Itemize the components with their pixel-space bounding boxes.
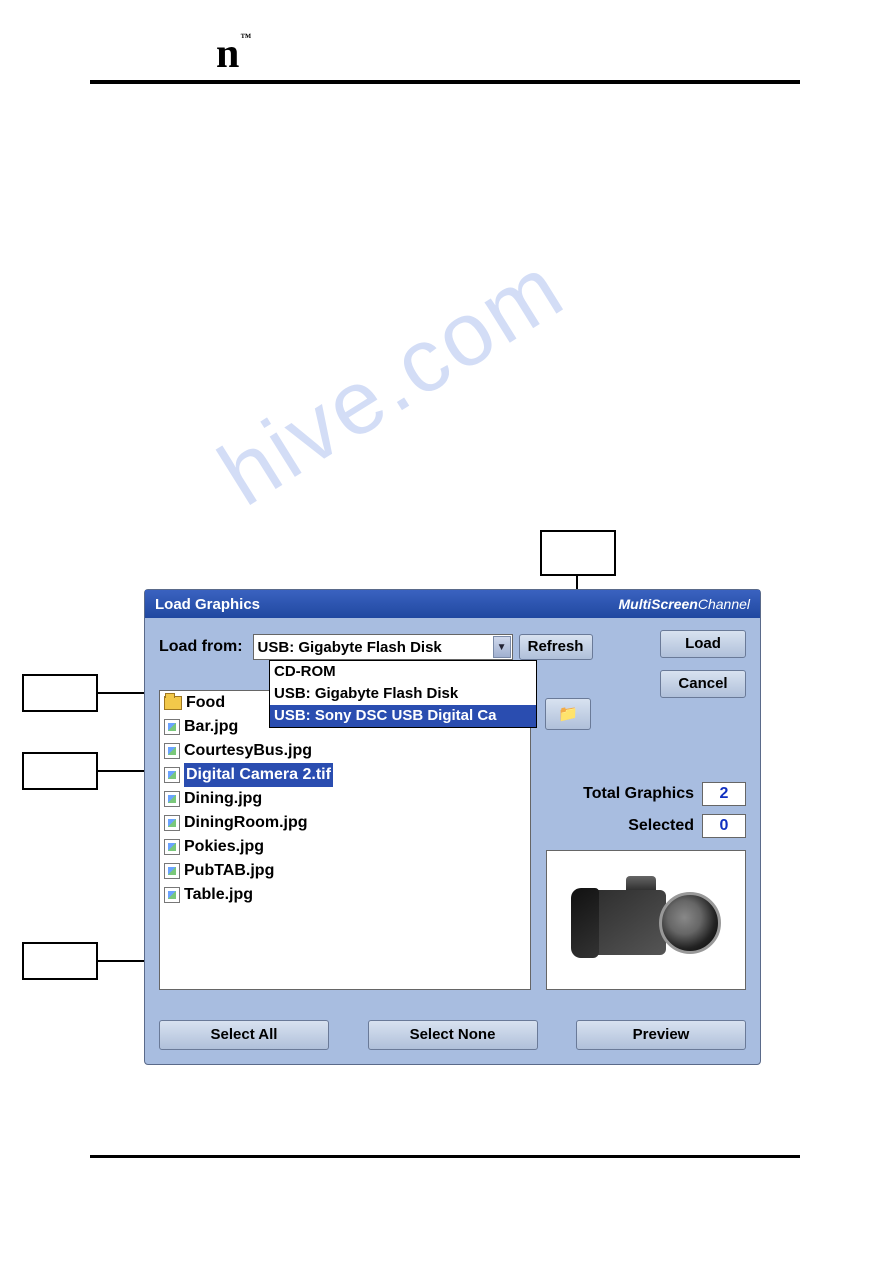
folder-up-icon: 📁 (558, 704, 578, 724)
dropdown-option[interactable]: USB: Sony DSC USB Digital Ca (270, 705, 536, 727)
list-item[interactable]: CourtesyBus.jpg (160, 739, 530, 763)
load-button[interactable]: Load (660, 630, 746, 658)
folder-icon (164, 696, 182, 710)
preview-image (571, 870, 721, 970)
image-icon (164, 743, 180, 759)
file-name: DiningRoom.jpg (184, 811, 308, 835)
file-list[interactable]: Food Bar.jpg CourtesyBus.jpg Digital Cam… (159, 690, 531, 990)
select-all-button[interactable]: Select All (159, 1020, 329, 1050)
list-item[interactable]: PubTAB.jpg (160, 859, 530, 883)
dialog-title: Load Graphics (155, 596, 260, 613)
file-name: Dining.jpg (184, 787, 262, 811)
total-graphics-label: Total Graphics (583, 785, 694, 803)
list-item[interactable]: DiningRoom.jpg (160, 811, 530, 835)
selected-value: 0 (702, 814, 746, 838)
file-name: Table.jpg (184, 883, 253, 907)
logo-letter: n (216, 30, 239, 78)
image-icon (164, 791, 180, 807)
preview-pane (546, 850, 746, 990)
preview-button[interactable]: Preview (576, 1020, 746, 1050)
callout-box-preview (22, 942, 98, 980)
callout-box-selected-file (22, 752, 98, 790)
select-none-button[interactable]: Select None (368, 1020, 538, 1050)
combo-arrow-icon[interactable]: ▼ (493, 636, 511, 658)
total-graphics-value: 2 (702, 782, 746, 806)
footer-rule (90, 1155, 800, 1158)
callout-box-folder (22, 674, 98, 712)
image-icon (164, 815, 180, 831)
image-icon (164, 719, 180, 735)
dropdown-option[interactable]: CD-ROM (270, 661, 536, 683)
watermark: hive.com (202, 236, 582, 527)
refresh-button[interactable]: Refresh (519, 634, 593, 660)
file-name: Pokies.jpg (184, 835, 264, 859)
dialog-titlebar: Load Graphics MultiScreenChannel (145, 590, 760, 618)
list-item[interactable]: Dining.jpg (160, 787, 530, 811)
list-item[interactable]: Pokies.jpg (160, 835, 530, 859)
load-from-combo[interactable]: USB: Gigabyte Flash Disk ▼ (253, 634, 513, 660)
brand-label: MultiScreenChannel (618, 596, 750, 612)
file-name: Bar.jpg (184, 715, 238, 739)
file-name: CourtesyBus.jpg (184, 739, 312, 763)
load-from-dropdown[interactable]: CD-ROM USB: Gigabyte Flash Disk USB: Son… (269, 660, 537, 728)
file-name: Digital Camera 2.tif (184, 763, 333, 787)
file-name: PubTAB.jpg (184, 859, 274, 883)
image-icon (164, 767, 180, 783)
list-item[interactable]: Digital Camera 2.tif (160, 763, 530, 787)
header-rule (90, 80, 800, 84)
file-name: Food (186, 691, 225, 715)
image-icon (164, 839, 180, 855)
stats-panel: Total Graphics 2 Selected 0 (545, 782, 746, 846)
callout-box-top (540, 530, 616, 576)
dropdown-option[interactable]: USB: Gigabyte Flash Disk (270, 683, 536, 705)
load-from-label: Load from: (159, 638, 243, 656)
image-icon (164, 863, 180, 879)
selected-label: Selected (628, 817, 694, 835)
list-item[interactable]: Table.jpg (160, 883, 530, 907)
cancel-button[interactable]: Cancel (660, 670, 746, 698)
load-graphics-dialog: Load Graphics MultiScreenChannel Load fr… (144, 589, 761, 1065)
folder-up-button[interactable]: 📁 (545, 698, 591, 730)
image-icon (164, 887, 180, 903)
combo-value: USB: Gigabyte Flash Disk (258, 639, 442, 656)
